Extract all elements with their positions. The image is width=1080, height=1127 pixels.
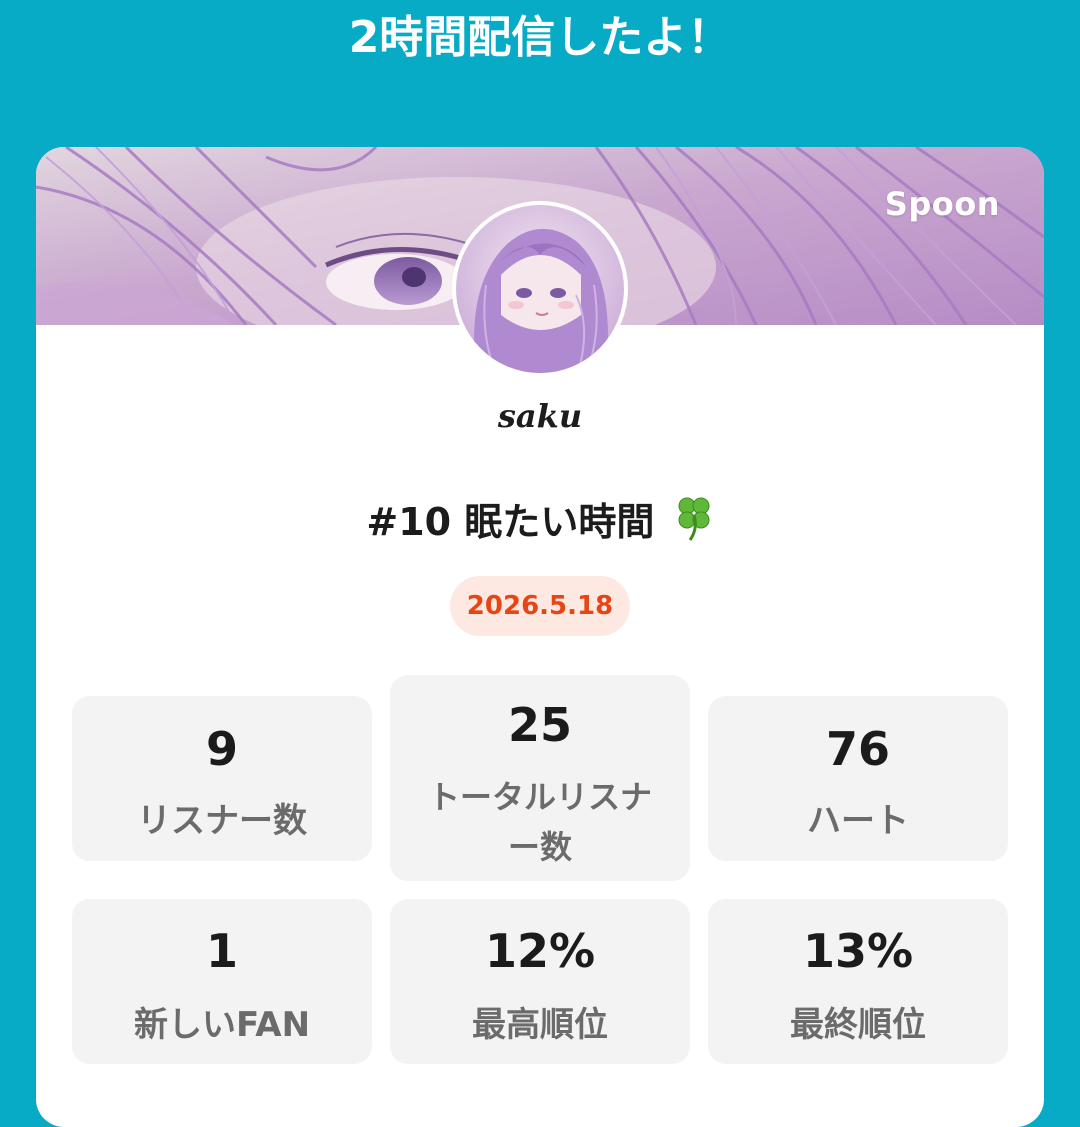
brand-logo: Spoon <box>884 185 1000 223</box>
stat-highest-rank: 12% 最高順位 <box>390 899 690 1064</box>
username: saku <box>497 397 583 435</box>
avatar-image <box>456 205 624 373</box>
stat-total-listeners: 25 トータルリスナー数 <box>390 675 690 881</box>
stat-value: 13% <box>802 924 914 978</box>
broadcast-title-row: #10 眠たい時間 <box>36 495 1044 553</box>
stat-value: 12% <box>484 924 596 978</box>
stat-label: 新しいFAN <box>133 1005 311 1045</box>
broadcast-summary-card: Spoon saku #10 眠たい時間 2026.5.18 9 リスナー数 2… <box>36 147 1044 1127</box>
profile-avatar[interactable] <box>452 201 628 377</box>
stat-listeners: 9 リスナー数 <box>72 696 372 861</box>
stat-label: リスナー数 <box>137 801 307 841</box>
headline: 2時間配信したよ！ <box>348 12 732 63</box>
broadcast-title: #10 眠たい時間 <box>366 500 655 544</box>
stat-new-fans: 1 新しいFAN <box>72 899 372 1064</box>
four-leaf-clover-icon <box>674 495 714 553</box>
stat-label: ハート <box>807 801 909 841</box>
stat-label: 最終順位 <box>790 1005 926 1045</box>
stat-final-rank: 13% 最終順位 <box>708 899 1008 1064</box>
stat-hearts: 76 ハート <box>708 696 1008 861</box>
stat-value: 9 <box>205 722 238 776</box>
stat-label: トータルリスナー数 <box>427 778 652 866</box>
stat-value: 1 <box>205 924 238 978</box>
stat-value: 25 <box>507 698 572 752</box>
date-badge: 2026.5.18 <box>450 576 630 636</box>
stat-value: 76 <box>825 722 890 776</box>
stat-label: 最高順位 <box>472 1005 608 1045</box>
